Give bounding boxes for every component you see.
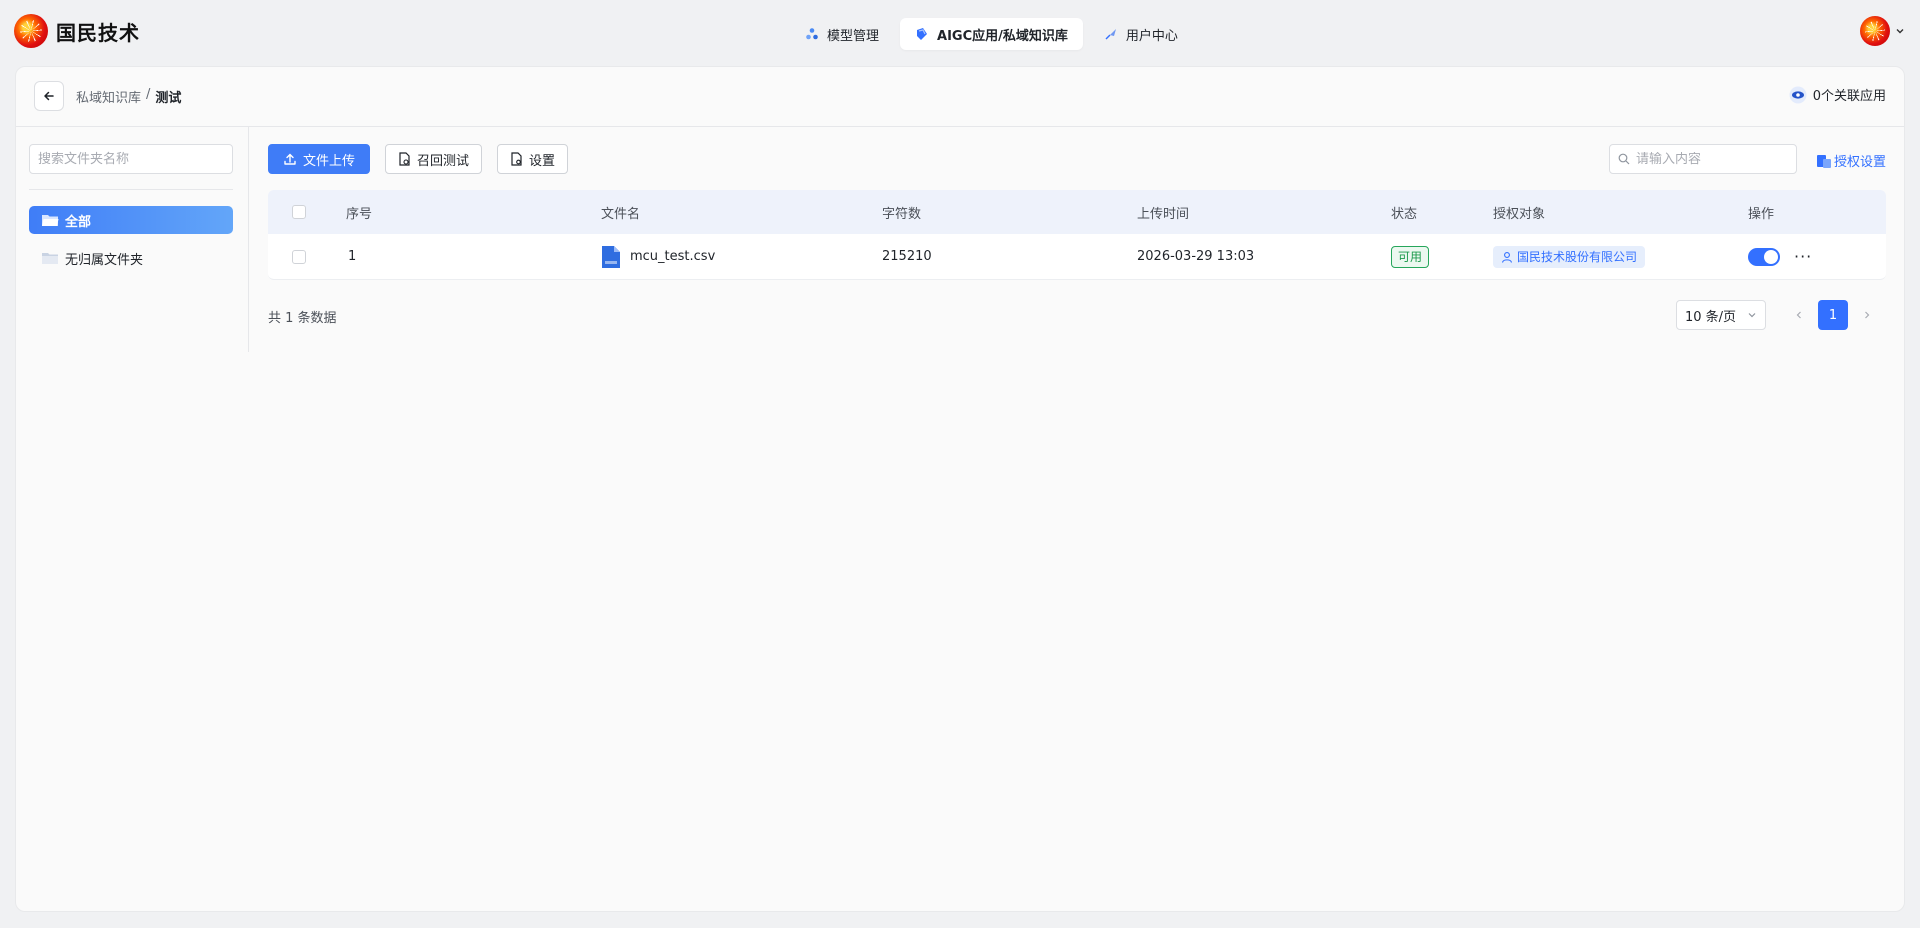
user-icon [1501,251,1513,263]
page-size-label: 10 条/页 [1685,309,1737,325]
folder-icon [42,253,58,264]
folder-label: 全部 [65,214,92,230]
file-settings-icon [511,152,522,166]
actions-cell: ··· [1748,234,1812,279]
header-bar: 私域知识库 / 测试 0个关联应用 [16,67,1904,127]
auth-target-tag: 国民技术股份有限公司 [1493,245,1646,268]
avatar[interactable] [1860,16,1890,46]
column-header: 上传时间 [1137,206,1190,222]
enable-toggle[interactable] [1748,247,1780,266]
row-select-cell[interactable] [292,234,306,279]
page-number-current[interactable]: 1 [1818,300,1848,330]
upload-icon [284,153,296,165]
folder-sidebar: 全部 无归属文件夹 [16,127,249,352]
eye-icon [1789,86,1807,103]
brand-logo[interactable]: 国民技术 [14,14,140,48]
upload-label: 文件上传 [303,153,356,169]
pagination: 10 条/页 1 [1676,300,1880,330]
user-center-icon [1105,29,1116,40]
chevron-right-icon [1865,311,1870,319]
content-search-input[interactable] [1636,151,1786,167]
recall-test-label: 召回测试 [417,153,470,169]
column-header: 授权对象 [1493,206,1546,222]
auth-settings-link[interactable]: 授权设置 [1816,151,1886,170]
folder-open-icon [42,215,59,226]
status-cell: 可用 [1391,234,1430,279]
brand-name: 国民技术 [56,20,140,45]
main-nav: 模型管理 AIGC应用/私域知识库 用户中心 [790,18,1199,50]
toolbar: 文件上传 召回测试 设置 [268,144,583,174]
content-search[interactable] [1609,144,1797,174]
file-test-icon [399,152,410,166]
tab-label: 用户中心 [1125,28,1178,44]
table-header: 序号 文件名 字符数 上传时间 状态 授权对象 操作 [268,190,1886,234]
knowledge-icon [917,28,928,40]
upload-time: 2026-03-29 13:03 [1137,249,1255,264]
breadcrumb-current: 测试 [155,91,182,106]
auth-settings-label: 授权设置 [1834,155,1887,170]
search-icon [1618,153,1630,165]
breadcrumb-parent[interactable]: 私域知识库 [76,87,141,106]
column-header: 字符数 [882,206,922,222]
chevron-down-icon [1748,313,1756,318]
total-count: 共 1 条数据 [268,311,337,326]
tab-user-center[interactable]: 用户中心 [1089,18,1193,50]
related-apps-label: 0个关联应用 [1812,89,1886,104]
folder-search-input[interactable] [29,144,233,174]
tab-model-management[interactable]: 模型管理 [790,18,894,50]
chevron-down-icon [1896,29,1904,34]
select-all-cell[interactable] [292,190,306,234]
toggle-knob [1764,249,1778,264]
select-all-checkbox[interactable] [292,205,306,219]
auth-target-cell: 国民技术股份有限公司 [1493,234,1646,279]
folder-item-unassigned[interactable]: 无归属文件夹 [29,244,233,272]
prev-page-button[interactable] [1786,300,1812,330]
breadcrumb: 私域知识库 / 测试 [76,87,181,106]
settings-label: 设置 [529,153,556,169]
divider [29,189,233,190]
column-header: 操作 [1748,206,1775,222]
upload-button[interactable]: 文件上传 [268,144,371,174]
auth-target-label: 国民技术股份有限公司 [1517,250,1638,264]
back-button[interactable] [34,81,64,111]
recall-test-button[interactable]: 召回测试 [385,144,483,174]
column-header: 文件名 [601,206,641,222]
status-badge: 可用 [1391,245,1430,268]
row-index: 1 [348,249,357,264]
arrow-left-icon [44,91,54,101]
column-header: 序号 [346,206,373,222]
tab-aigc-knowledge[interactable]: AIGC应用/私域知识库 [900,18,1083,50]
tab-label: 模型管理 [827,28,880,44]
folder-item-all[interactable]: 全部 [29,206,233,234]
settings-button[interactable]: 设置 [497,144,569,174]
doc-file-icon [602,245,620,268]
next-page-button[interactable] [1854,300,1880,330]
tab-label: AIGC应用/私域知识库 [937,28,1068,44]
chevron-left-icon [1796,311,1801,319]
related-apps[interactable]: 0个关联应用 [1789,85,1886,104]
table-row[interactable]: 1 mcu_test.csv 215210 2026-03-29 13:03 可… [268,234,1886,280]
file-name[interactable]: mcu_test.csv [630,249,715,264]
more-actions-icon[interactable]: ··· [1794,248,1812,265]
top-bar: 国民技术 模型管理 AIGC应用/私域知识库 用户中心 [0,0,1920,66]
model-icon [806,28,818,40]
folder-label: 无归属文件夹 [65,252,144,268]
file-table: 序号 文件名 字符数 上传时间 状态 授权对象 操作 1 mcu_test.cs… [268,190,1886,280]
user-menu[interactable] [1860,16,1906,46]
auth-settings-icon [1817,154,1831,168]
page-size-select[interactable]: 10 条/页 [1676,300,1766,330]
file-name-cell[interactable]: mcu_test.csv [601,234,715,279]
logo-icon [14,14,48,48]
char-count: 215210 [882,249,932,264]
breadcrumb-separator: / [146,87,151,102]
row-checkbox[interactable] [292,249,306,264]
column-header: 状态 [1391,206,1418,222]
